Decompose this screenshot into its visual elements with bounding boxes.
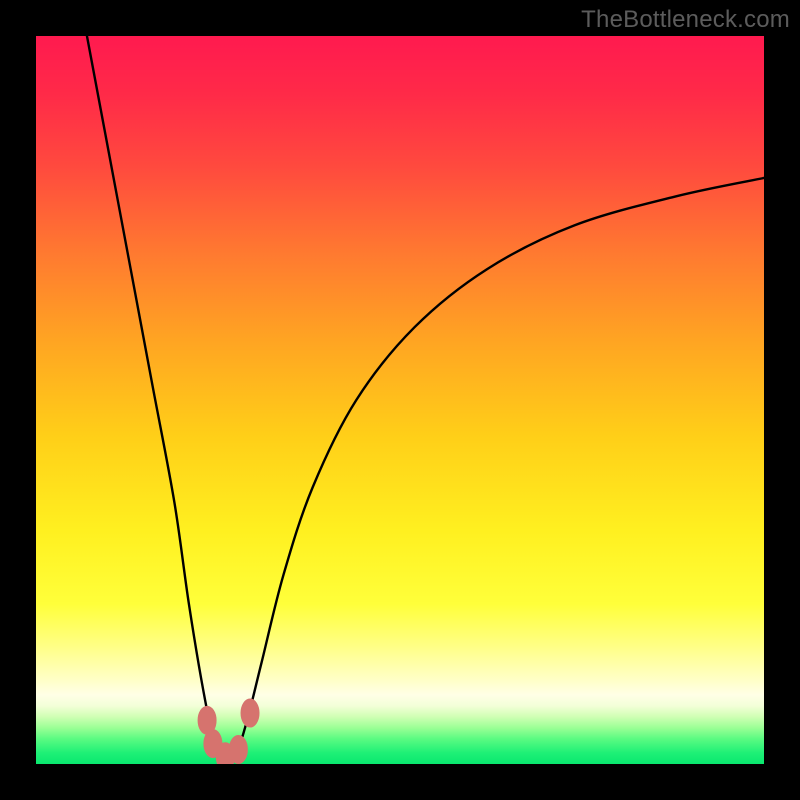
plot-area — [36, 36, 764, 764]
curve-layer — [36, 36, 764, 764]
valley-marker-mid3 — [229, 735, 247, 763]
chart-frame: TheBottleneck.com — [0, 0, 800, 800]
valley-marker-right — [241, 699, 259, 727]
valley-markers — [198, 699, 259, 764]
watermark-text: TheBottleneck.com — [581, 6, 790, 34]
bottleneck-curve — [87, 36, 764, 761]
